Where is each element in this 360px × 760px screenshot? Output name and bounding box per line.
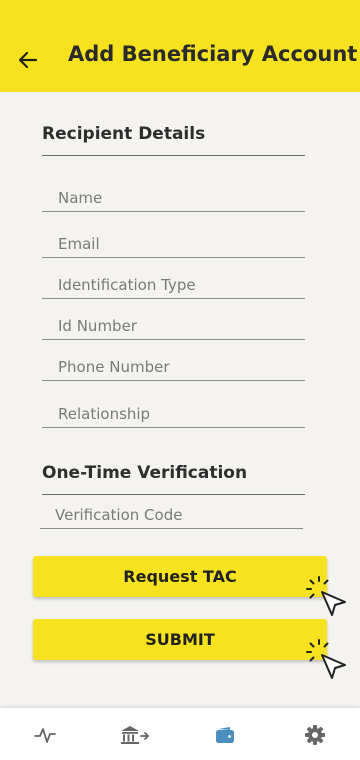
email-field[interactable]	[42, 224, 305, 258]
nav-item-settings[interactable]	[301, 722, 329, 748]
identification-type-field[interactable]	[42, 265, 305, 299]
click-cursor-icon	[306, 576, 346, 616]
wallet-icon	[216, 727, 234, 743]
verification-code-field[interactable]	[40, 495, 303, 529]
back-button[interactable]	[14, 46, 42, 74]
gear-icon	[305, 725, 325, 745]
id-number-field[interactable]	[42, 306, 305, 340]
request-tac-button[interactable]: Request TAC	[33, 556, 327, 597]
nav-item-wallet[interactable]	[211, 722, 239, 748]
section-divider	[42, 155, 305, 156]
relationship-field[interactable]	[42, 394, 305, 428]
bank-transfer-icon	[121, 726, 149, 744]
nav-item-activity[interactable]	[31, 722, 59, 748]
name-field[interactable]	[42, 178, 305, 212]
click-cursor-icon	[306, 639, 346, 679]
bottom-nav	[0, 708, 360, 760]
nav-item-transfer[interactable]	[118, 722, 152, 748]
app-header: Add Beneficiary Account	[0, 0, 360, 92]
page-title: Add Beneficiary Account	[68, 42, 358, 66]
arrow-left-icon	[18, 51, 38, 69]
submit-button[interactable]: SUBMIT	[33, 619, 327, 660]
phone-number-field[interactable]	[42, 347, 305, 381]
recipient-details-heading: Recipient Details	[42, 124, 206, 144]
one-time-verification-heading: One-Time Verification	[42, 463, 248, 483]
activity-icon	[34, 728, 56, 743]
